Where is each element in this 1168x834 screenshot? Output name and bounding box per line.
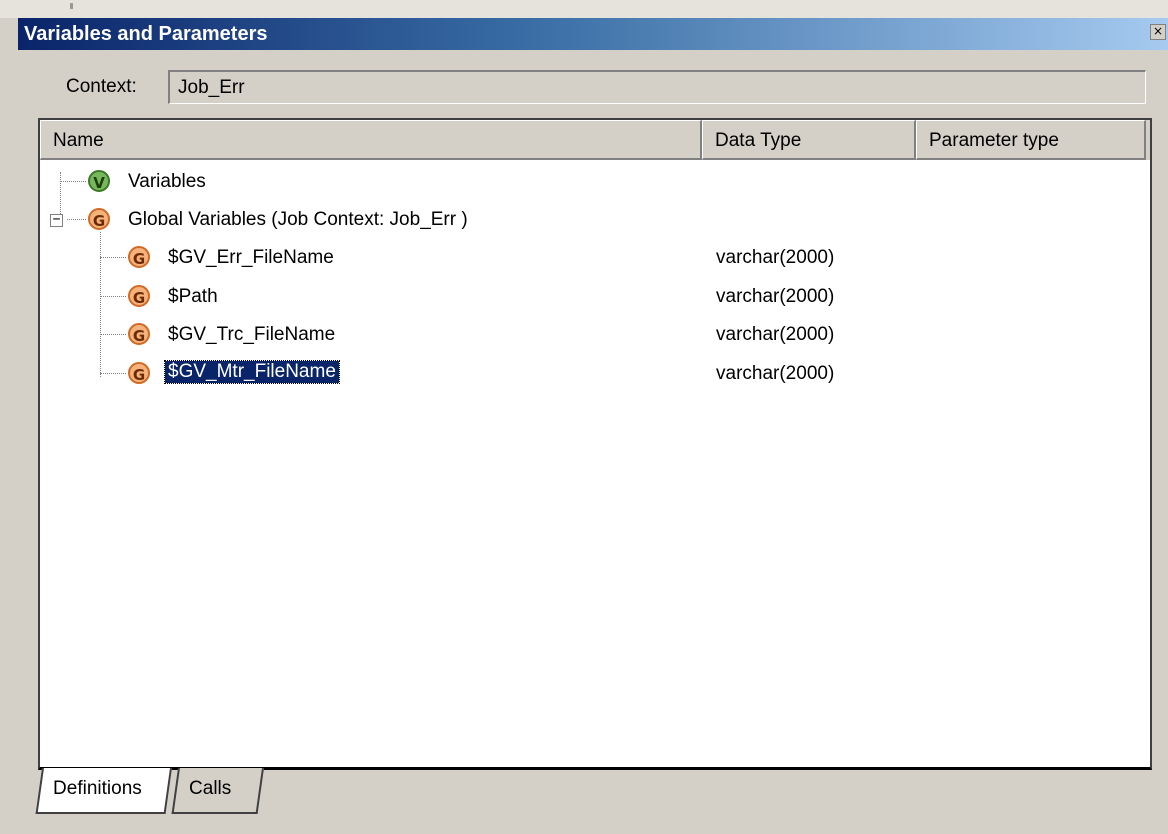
table-row-selected[interactable]: G $GV_Mtr_FileName varchar(2000) — [40, 355, 1150, 393]
global-variable-icon: G — [128, 246, 150, 268]
column-header-name[interactable]: Name — [40, 120, 702, 160]
context-label: Context: — [66, 76, 137, 97]
table-row[interactable]: G $GV_Trc_FileName varchar(2000) — [40, 316, 1150, 354]
tab-calls[interactable]: Calls — [171, 768, 264, 814]
tree-node-label: Global Variables (Job Context: Job_Err ) — [128, 209, 468, 230]
variable-data-type: varchar(2000) — [716, 363, 835, 384]
variable-name: $GV_Err_FileName — [168, 247, 334, 268]
tab-definitions[interactable]: Definitions — [35, 768, 172, 814]
global-variable-icon: G — [128, 285, 150, 307]
column-header-bar: Name Data Type Parameter type — [40, 120, 1150, 160]
tab-label: Definitions — [53, 778, 142, 799]
window-title: Variables and Parameters — [24, 23, 268, 45]
variable-data-type: varchar(2000) — [716, 286, 835, 307]
tree-node-variables[interactable]: V Variables — [40, 163, 1150, 201]
variable-icon: V — [88, 170, 110, 192]
window-titlebar[interactable]: Variables and Parameters × — [18, 18, 1168, 50]
context-field: Job_Err — [168, 70, 1146, 104]
toolbar-tick — [70, 3, 73, 9]
variable-name: $GV_Mtr_FileName — [164, 360, 340, 384]
top-strip — [0, 0, 1168, 18]
global-variable-icon: G — [88, 208, 110, 230]
table-row[interactable]: G $Path varchar(2000) — [40, 278, 1150, 316]
variable-data-type: varchar(2000) — [716, 247, 835, 268]
tree-node-label: Variables — [128, 171, 206, 192]
variable-name: $Path — [168, 286, 218, 307]
variables-tree-panel: Name Data Type Parameter type V Variable… — [38, 118, 1152, 770]
tab-label: Calls — [189, 778, 232, 799]
close-icon[interactable]: × — [1150, 24, 1166, 40]
table-row[interactable]: G $GV_Err_FileName varchar(2000) — [40, 239, 1150, 277]
column-header-data-type[interactable]: Data Type — [702, 120, 916, 160]
collapse-icon[interactable]: − — [50, 213, 63, 227]
context-value: Job_Err — [178, 77, 245, 98]
global-variable-icon: G — [128, 323, 150, 345]
variable-name: $GV_Trc_FileName — [168, 324, 336, 345]
tree-node-global-variables[interactable]: − G Global Variables (Job Context: Job_E… — [40, 201, 1150, 239]
global-variable-icon: G — [128, 362, 150, 384]
variable-data-type: varchar(2000) — [716, 324, 835, 345]
column-header-parameter-type[interactable]: Parameter type — [916, 120, 1146, 160]
